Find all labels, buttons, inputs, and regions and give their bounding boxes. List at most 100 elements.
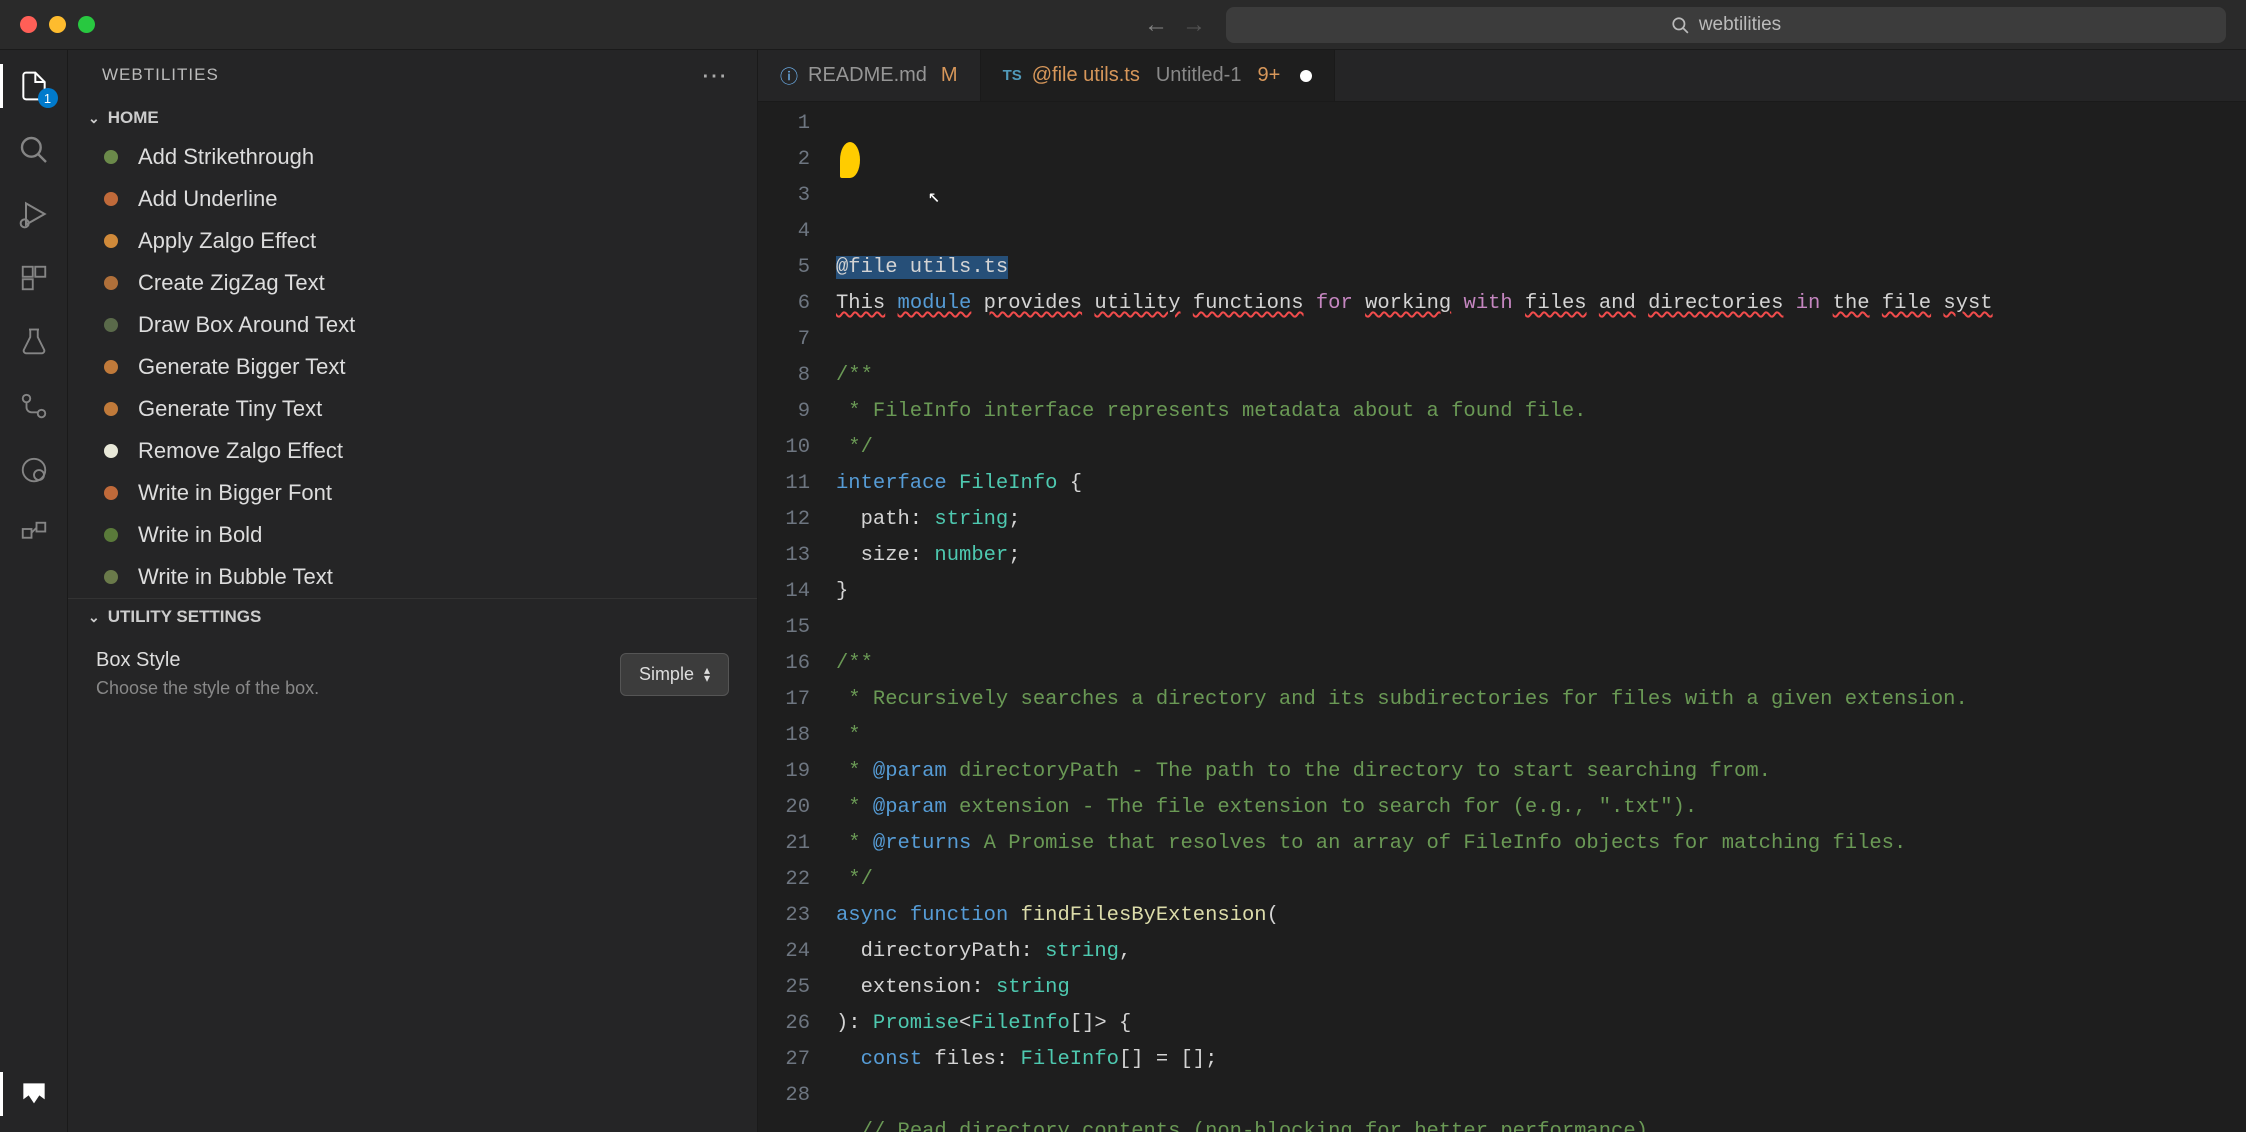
- nav-forward-button[interactable]: →: [1182, 11, 1206, 39]
- tab-bar: ⓘREADME.mdMTS@file utils.tsUntitled-19+: [758, 50, 2246, 102]
- sidebar-item-label: Write in Bigger Font: [138, 480, 332, 506]
- box-style-select[interactable]: Simple ▴▾: [620, 653, 729, 696]
- item-dot-icon: [104, 402, 118, 416]
- sidebar-item[interactable]: Write in Bold: [68, 514, 757, 556]
- sidebar-item[interactable]: Draw Box Around Text: [68, 304, 757, 346]
- code-line[interactable]: * FileInfo interface represents metadata…: [836, 394, 2246, 430]
- sidebar-item[interactable]: Generate Tiny Text: [68, 388, 757, 430]
- code-line[interactable]: [836, 1078, 2246, 1114]
- item-dot-icon: [104, 276, 118, 290]
- code-line[interactable]: *: [836, 718, 2246, 754]
- code-line[interactable]: * @param extension - The file extension …: [836, 790, 2246, 826]
- sidebar-item[interactable]: Write in Bigger Font: [68, 472, 757, 514]
- code-line[interactable]: // Read directory contents (non-blocking…: [836, 1114, 2246, 1132]
- section-home-header[interactable]: ⌄ HOME: [68, 100, 757, 136]
- code-line[interactable]: * Recursively searches a directory and i…: [836, 682, 2246, 718]
- ports-icon: [19, 519, 49, 549]
- item-dot-icon: [104, 444, 118, 458]
- tab-status: M: [941, 64, 958, 87]
- line-number: 27: [758, 1042, 810, 1078]
- section-settings-header[interactable]: ⌄ UTILITY SETTINGS: [68, 599, 757, 635]
- line-number-gutter: 1234567891011121314151617181920212223242…: [758, 102, 836, 1132]
- close-window-button[interactable]: [20, 16, 37, 33]
- section-settings-label: UTILITY SETTINGS: [108, 607, 262, 627]
- command-center-search[interactable]: webtilities: [1226, 7, 2226, 43]
- code-line[interactable]: interface FileInfo {: [836, 466, 2246, 502]
- line-number: 1: [758, 106, 810, 142]
- code-content[interactable]: ↖ @file utils.tsThis module provides uti…: [836, 102, 2246, 1132]
- line-number: 19: [758, 754, 810, 790]
- window-controls: [20, 16, 95, 33]
- code-line[interactable]: async function findFilesByExtension(: [836, 898, 2246, 934]
- testing-activity[interactable]: [16, 324, 52, 360]
- info-icon: ⓘ: [780, 63, 798, 89]
- code-line[interactable]: extension: string: [836, 970, 2246, 1006]
- line-number: 2: [758, 142, 810, 178]
- search-activity[interactable]: [16, 132, 52, 168]
- search-icon: [18, 134, 50, 166]
- line-number: 14: [758, 574, 810, 610]
- line-number: 6: [758, 286, 810, 322]
- git-icon: [19, 391, 49, 421]
- line-number: 9: [758, 394, 810, 430]
- sidebar-item[interactable]: Add Strikethrough: [68, 136, 757, 178]
- code-line[interactable]: */: [836, 430, 2246, 466]
- maximize-window-button[interactable]: [78, 16, 95, 33]
- line-number: 3: [758, 178, 810, 214]
- line-number: 4: [758, 214, 810, 250]
- line-number: 24: [758, 934, 810, 970]
- titlebar: ← → webtilities: [0, 0, 2246, 50]
- editor-tab[interactable]: ⓘREADME.mdM: [758, 50, 981, 101]
- run-debug-activity[interactable]: [16, 196, 52, 232]
- sidebar-item-label: Generate Tiny Text: [138, 396, 322, 422]
- source-control-activity[interactable]: [16, 388, 52, 424]
- sidebar-item[interactable]: Write in Bubble Text: [68, 556, 757, 598]
- sidebar-item-label: Remove Zalgo Effect: [138, 438, 343, 464]
- line-number: 25: [758, 970, 810, 1006]
- extensions-activity[interactable]: [16, 260, 52, 296]
- code-line[interactable]: ): Promise<FileInfo[]> {: [836, 1006, 2246, 1042]
- sidebar-item[interactable]: Create ZigZag Text: [68, 262, 757, 304]
- line-number: 26: [758, 1006, 810, 1042]
- setting-box-style-label: Box Style: [96, 649, 319, 672]
- code-line[interactable]: const files: FileInfo[] = [];: [836, 1042, 2246, 1078]
- lightbulb-icon[interactable]: [840, 142, 860, 178]
- explorer-activity[interactable]: 1: [16, 68, 52, 104]
- code-line[interactable]: directoryPath: string,: [836, 934, 2246, 970]
- code-editor[interactable]: 1234567891011121314151617181920212223242…: [758, 102, 2246, 1132]
- code-line[interactable]: */: [836, 862, 2246, 898]
- containers-activity[interactable]: [16, 452, 52, 488]
- sidebar-title: WEBTILITIES: [102, 65, 219, 85]
- sidebar-item-label: Write in Bold: [138, 522, 262, 548]
- code-line[interactable]: [836, 610, 2246, 646]
- line-number: 8: [758, 358, 810, 394]
- code-line[interactable]: }: [836, 574, 2246, 610]
- line-number: 18: [758, 718, 810, 754]
- sidebar-item[interactable]: Apply Zalgo Effect: [68, 220, 757, 262]
- code-line[interactable]: [836, 322, 2246, 358]
- mouse-cursor-icon: ↖: [928, 180, 940, 216]
- minimize-window-button[interactable]: [49, 16, 66, 33]
- editor-tab[interactable]: TS@file utils.tsUntitled-19+: [981, 50, 1336, 101]
- code-line[interactable]: This module provides utility functions f…: [836, 286, 2246, 322]
- code-line[interactable]: /**: [836, 358, 2246, 394]
- sidebar-item[interactable]: Add Underline: [68, 178, 757, 220]
- chevron-down-icon: ⌄: [88, 110, 100, 127]
- ports-activity[interactable]: [16, 516, 52, 552]
- sidebar-item-label: Generate Bigger Text: [138, 354, 346, 380]
- webtilities-activity[interactable]: [16, 1076, 52, 1112]
- more-actions-button[interactable]: ⋯: [701, 60, 729, 91]
- nav-back-button[interactable]: ←: [1144, 11, 1168, 39]
- activity-bar: 1: [0, 50, 68, 1132]
- code-line[interactable]: * @param directoryPath - The path to the…: [836, 754, 2246, 790]
- sidebar-item[interactable]: Remove Zalgo Effect: [68, 430, 757, 472]
- item-dot-icon: [104, 360, 118, 374]
- tab-filename: @file utils.ts: [1032, 64, 1140, 87]
- sidebar-item[interactable]: Generate Bigger Text: [68, 346, 757, 388]
- code-line[interactable]: path: string;: [836, 502, 2246, 538]
- code-line[interactable]: /**: [836, 646, 2246, 682]
- code-line[interactable]: size: number;: [836, 538, 2246, 574]
- code-line[interactable]: @file utils.ts: [836, 250, 2246, 286]
- code-line[interactable]: * @returns A Promise that resolves to an…: [836, 826, 2246, 862]
- typescript-icon: TS: [1003, 67, 1022, 84]
